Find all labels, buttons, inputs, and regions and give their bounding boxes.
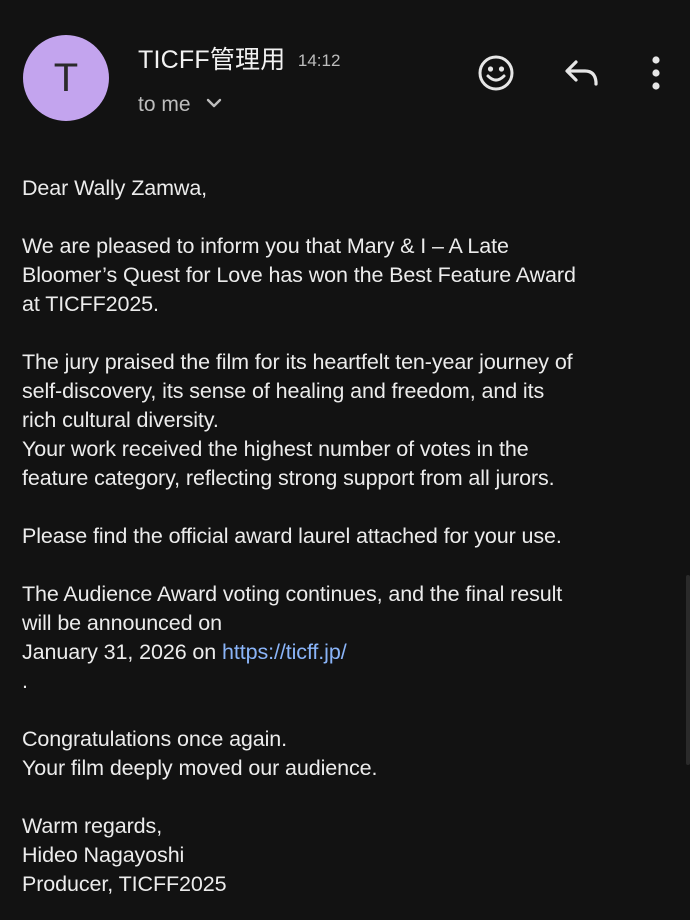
body-line: rich cultural diversity. bbox=[22, 408, 219, 432]
body-line: feature category, reflecting strong supp… bbox=[22, 466, 555, 490]
paragraph-audience-award: The Audience Award voting continues, and… bbox=[22, 580, 672, 696]
body-line: Congratulations once again. bbox=[22, 727, 288, 751]
more-vert-icon[interactable] bbox=[638, 50, 674, 96]
recipient-label: to me bbox=[138, 93, 191, 116]
paragraph-award: We are pleased to inform you that Mary &… bbox=[22, 232, 672, 319]
body-line: at TICFF2025. bbox=[22, 292, 159, 316]
sender-name[interactable]: TICFF管理用 bbox=[138, 46, 285, 74]
paragraph-jury: The jury praised the film for its heartf… bbox=[22, 348, 672, 493]
email-header: T TICFF管理用 14:12 to me bbox=[0, 0, 690, 150]
body-line: . bbox=[22, 669, 28, 693]
reply-icon[interactable] bbox=[560, 52, 602, 94]
sent-time: 14:12 bbox=[297, 51, 341, 70]
chevron-down-icon bbox=[206, 91, 222, 115]
body-line: Your work received the highest number of… bbox=[22, 437, 529, 461]
paragraph-attachment: Please find the official award laurel at… bbox=[22, 524, 562, 548]
scrollbar[interactable] bbox=[686, 575, 690, 765]
paragraph-congratulations: Congratulations once again. Your film de… bbox=[22, 725, 672, 783]
signer-name: Hideo Nagayoshi bbox=[22, 843, 185, 867]
greeting: Dear Wally Zamwa, bbox=[22, 176, 208, 200]
body-line: The jury praised the film for its heartf… bbox=[22, 350, 573, 374]
website-link[interactable]: https://ticff.jp/ bbox=[222, 640, 347, 664]
body-line: Bloomer’s Quest for Love has won the Bes… bbox=[22, 263, 576, 287]
body-line: Your film deeply moved our audience. bbox=[22, 756, 378, 780]
body-line: The Audience Award voting continues, and… bbox=[22, 582, 563, 606]
signoff: Warm regards, bbox=[22, 814, 163, 838]
recipient-details-toggle[interactable]: to me bbox=[138, 91, 222, 117]
emoji-react-icon[interactable] bbox=[475, 52, 517, 94]
signer-title: Producer, TICFF2025 bbox=[22, 872, 227, 896]
email-view: T TICFF管理用 14:12 to me Dear Wally Zamwa,… bbox=[0, 0, 690, 920]
body-line: self-discovery, its sense of healing and… bbox=[22, 379, 545, 403]
email-body: Dear Wally Zamwa, We are pleased to info… bbox=[22, 174, 672, 899]
signature: Warm regards, Hideo Nagayoshi Producer, … bbox=[22, 812, 672, 899]
body-line: January 31, 2026 on bbox=[22, 640, 223, 664]
avatar[interactable]: T bbox=[23, 35, 109, 121]
body-line: will be announced on bbox=[22, 611, 223, 635]
body-line: We are pleased to inform you that Mary &… bbox=[22, 234, 509, 258]
sender-line: TICFF管理用 14:12 bbox=[138, 40, 340, 76]
